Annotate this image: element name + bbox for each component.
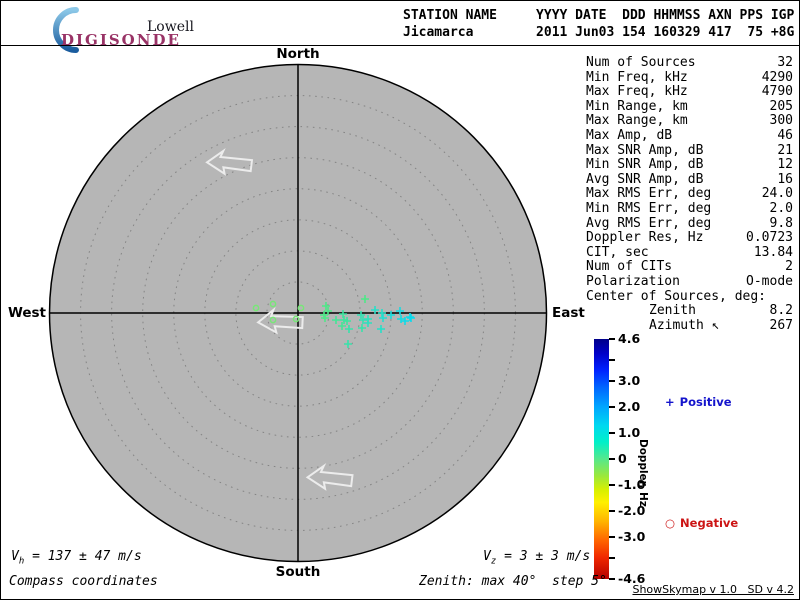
- colorbar-tick-label: 1.0: [618, 425, 640, 440]
- legend-positive: + Positive: [665, 395, 732, 409]
- circle-icon: ○: [665, 516, 675, 530]
- parameter-value: 2: [672, 260, 793, 275]
- colorbar-title: Doppler, Hz: [637, 439, 649, 507]
- parameter-value: O-mode: [680, 275, 793, 290]
- zenith-range-note: Zenith: max 40° step 5°: [419, 574, 607, 589]
- colorbar-tick: [609, 458, 615, 460]
- compass-label-north: North: [268, 46, 328, 62]
- parameter-row: Doppler Res, Hz0.0723: [586, 231, 793, 246]
- parameter-label: Max Freq, kHz: [586, 85, 688, 100]
- parameter-value: 205: [688, 100, 793, 115]
- parameter-value: 2.0: [711, 202, 793, 217]
- header-divider: [1, 45, 800, 46]
- parameter-row: Max Freq, kHz4790: [586, 85, 793, 100]
- parameter-label: Min RMS Err, deg: [586, 202, 711, 217]
- colorbar-tick: [609, 484, 615, 486]
- parameter-value: 13.84: [649, 246, 793, 261]
- parameter-row: Zenith8.2: [586, 304, 793, 319]
- colorbar-tick: [609, 557, 615, 559]
- legend-negative-label: Negative: [680, 516, 738, 530]
- parameter-row: Min Range, km205: [586, 100, 793, 115]
- parameter-label: Num of CITs: [586, 260, 672, 275]
- parameter-row: Num of CITs2: [586, 260, 793, 275]
- parameter-label: Max SNR Amp, dB: [586, 144, 703, 159]
- doppler-colorbar: [594, 339, 609, 579]
- parameter-label: Zenith: [649, 304, 696, 319]
- parameter-row: Min Freq, kHz4290: [586, 71, 793, 86]
- horizontal-velocity-readout: Vh = 137 ± 47 m/s: [11, 549, 142, 567]
- parameter-value: 32: [696, 56, 793, 71]
- colorbar-tick: [609, 338, 615, 340]
- parameter-row: Max RMS Err, deg24.0: [586, 187, 793, 202]
- parameter-row: Avg SNR Amp, dB16: [586, 173, 793, 188]
- parameter-label: Azimuth ↖: [649, 319, 719, 334]
- legend-negative: ○ Negative: [665, 516, 738, 530]
- parameter-value: 24.0: [711, 187, 793, 202]
- station-header-labels: STATION NAME YYYY DATE DDD HHMMSS AXN PP…: [403, 7, 794, 24]
- logo-digisonde-text: DIGISONDE: [61, 31, 181, 49]
- vertical-velocity-readout: Vz = 3 ± 3 m/s: [483, 549, 590, 567]
- parameter-row: CIT, sec13.84: [586, 246, 793, 261]
- parameter-row: Max Amp, dB46: [586, 129, 793, 144]
- parameter-row: Max Range, km300: [586, 114, 793, 129]
- parameter-list: Num of Sources32Min Freq, kHz4290Max Fre…: [586, 56, 793, 333]
- compass-label-south: South: [268, 564, 328, 580]
- parameter-value: 0.0723: [703, 231, 793, 246]
- parameter-row: Max SNR Amp, dB21: [586, 144, 793, 159]
- parameter-label: Doppler Res, Hz: [586, 231, 703, 246]
- colorbar-tick: [609, 406, 615, 408]
- parameter-label: Min SNR Amp, dB: [586, 158, 703, 173]
- plus-icon: +: [665, 395, 675, 409]
- parameter-row: Num of Sources32: [586, 56, 793, 71]
- parameter-value: 267: [719, 319, 793, 334]
- colorbar-tick-label: 0: [618, 451, 627, 466]
- parameter-row: Avg RMS Err, deg9.8: [586, 217, 793, 232]
- parameter-label: Avg SNR Amp, dB: [586, 173, 703, 188]
- colorbar-tick-label: -3.0: [618, 529, 645, 544]
- parameter-label: Min Range, km: [586, 100, 688, 115]
- parameter-value: 16: [703, 173, 793, 188]
- parameter-row: PolarizationO-mode: [586, 275, 793, 290]
- colorbar-tick: [609, 510, 615, 512]
- skymap-plot: [48, 63, 548, 563]
- parameter-label: Center of Sources, deg:: [586, 290, 766, 305]
- parameter-row: Center of Sources, deg:: [586, 290, 793, 305]
- parameter-label: Min Freq, kHz: [586, 71, 688, 86]
- lowell-digisonde-logo: Lowell DIGISONDE: [39, 3, 249, 45]
- colorbar-tick-label: 3.0: [618, 373, 640, 388]
- parameter-row: Min SNR Amp, dB12: [586, 158, 793, 173]
- parameter-value: 21: [703, 144, 793, 159]
- parameter-label: Max RMS Err, deg: [586, 187, 711, 202]
- parameter-value: 4790: [688, 85, 793, 100]
- parameter-value: 300: [688, 114, 793, 129]
- parameter-value: 8.2: [696, 304, 793, 319]
- parameter-label: CIT, sec: [586, 246, 649, 261]
- colorbar-tick: [609, 578, 615, 580]
- compass-label-west: West: [5, 305, 46, 321]
- parameter-label: Max Amp, dB: [586, 129, 672, 144]
- colorbar-tick-label: 4.6: [618, 331, 640, 346]
- parameter-label: Num of Sources: [586, 56, 696, 71]
- parameter-label: Avg RMS Err, deg: [586, 217, 711, 232]
- parameter-value: [766, 290, 793, 305]
- colorbar-tick-label: 2.0: [618, 399, 640, 414]
- colorbar-tick: [609, 432, 615, 434]
- parameter-row: Min RMS Err, deg2.0: [586, 202, 793, 217]
- parameter-label: Polarization: [586, 275, 680, 290]
- legend-positive-label: Positive: [680, 395, 732, 409]
- colorbar-tick: [609, 359, 615, 361]
- showskymap-window: Lowell DIGISONDE STATION NAME YYYY DATE …: [0, 0, 800, 600]
- parameter-value: 9.8: [711, 217, 793, 232]
- parameter-value: 4290: [688, 71, 793, 86]
- colorbar-tick: [609, 380, 615, 382]
- parameter-label: Max Range, km: [586, 114, 688, 129]
- parameter-value: 46: [672, 129, 793, 144]
- parameter-value: 12: [703, 158, 793, 173]
- station-header-values: Jicamarca 2011 Jun03 154 160329 417 75 +…: [403, 24, 794, 41]
- coordinates-note: Compass coordinates: [9, 574, 158, 589]
- colorbar-tick: [609, 536, 615, 538]
- version-label: ShowSkymap v 1.0 SD v 4.2: [632, 583, 794, 596]
